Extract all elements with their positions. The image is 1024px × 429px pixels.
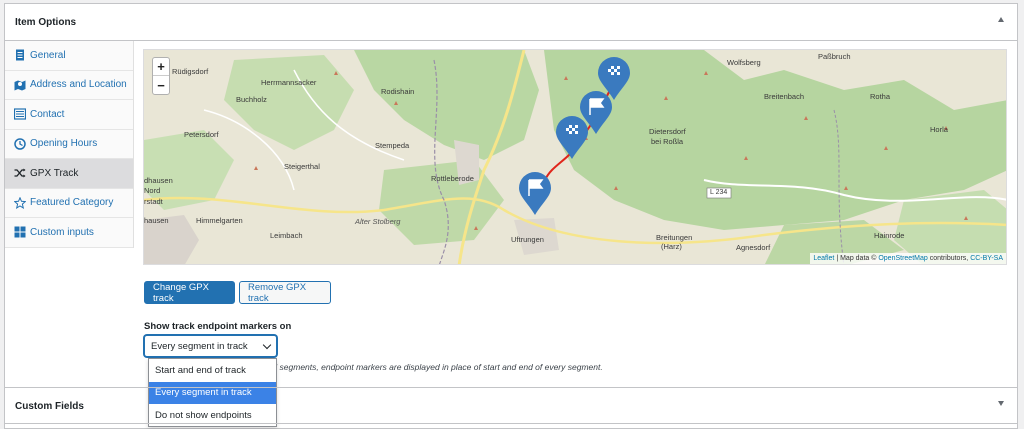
license-link[interactable]: CC-BY-SA — [970, 255, 1003, 262]
endpoint-markers-select[interactable]: Every segment in track — [144, 335, 277, 357]
place-label: (Harz) — [661, 242, 682, 251]
document-icon — [14, 49, 26, 61]
item-options-box: Item Options General Address and Locatio… — [4, 3, 1018, 429]
collapse-arrow-icon[interactable] — [998, 17, 1004, 22]
tab-label: Featured Category — [30, 197, 114, 209]
change-gpx-button[interactable]: Change GPX track — [144, 281, 235, 304]
grid-icon — [14, 226, 26, 238]
place-label: Paßbruch — [818, 52, 851, 61]
place-label: Agnesdorf — [736, 243, 771, 252]
place-label: Breitungen — [656, 233, 693, 242]
clock-icon — [14, 138, 26, 150]
tab-label: General — [30, 49, 66, 61]
place-label: Rodishain — [381, 87, 415, 96]
zoom-out-button[interactable]: − — [153, 76, 169, 94]
shuffle-icon — [14, 167, 26, 179]
tab-custom-inputs[interactable]: Custom inputs — [5, 218, 133, 248]
place-label: dhausen — [144, 176, 173, 185]
expand-arrow-icon[interactable] — [998, 401, 1004, 406]
place-label: Petersdorf — [184, 130, 219, 139]
tab-label: Custom inputs — [30, 226, 94, 238]
place-label: Leimbach — [270, 231, 303, 240]
tab-label: Address and Location — [30, 79, 127, 91]
map-attribution: Leaflet | Map data © OpenStreetMap contr… — [810, 253, 1006, 264]
tab-label: GPX Track — [30, 167, 79, 179]
attribution-text: | Map data © — [834, 255, 879, 262]
options-tabs: General Address and Location Contact Ope… — [5, 41, 134, 248]
endpoint-markers-label: Show track endpoint markers on — [144, 321, 292, 332]
place-label: hausen — [144, 216, 169, 225]
place-label: Horla — [930, 125, 948, 134]
place-label: rstadt — [144, 197, 163, 206]
tab-general[interactable]: General — [5, 41, 133, 71]
option-start-end[interactable]: Start and end of track — [149, 359, 276, 382]
zoom-in-button[interactable]: + — [153, 58, 169, 76]
place-label: Uftrungen — [511, 235, 544, 244]
remove-gpx-button[interactable]: Remove GPX track — [239, 281, 331, 304]
attribution-text: contributors, — [927, 255, 971, 262]
tab-address-location[interactable]: Address and Location — [5, 70, 133, 100]
tab-opening-hours[interactable]: Opening Hours — [5, 129, 133, 159]
place-label: Rüdigsdorf — [172, 67, 209, 76]
item-options-title: Item Options — [15, 17, 77, 28]
place-label: Breitenbach — [764, 92, 805, 101]
star-icon — [14, 196, 26, 209]
place-label: Dietersdorf — [649, 127, 686, 136]
gpx-map[interactable]: Paßbruch Wolfsberg Rüdigsdorf Herrmannsa… — [143, 49, 1007, 265]
osm-link[interactable]: OpenStreetMap — [878, 255, 927, 262]
tab-contact[interactable]: Contact — [5, 100, 133, 130]
place-label: Alter Stolberg — [355, 217, 401, 226]
place-label: Wolfsberg — [727, 58, 761, 67]
tab-label: Opening Hours — [30, 138, 98, 150]
place-label: Rottleberode — [431, 174, 474, 183]
custom-fields-title: Custom Fields — [15, 401, 84, 412]
place-label: Nord — [144, 186, 161, 195]
map-icon — [14, 79, 26, 91]
list-icon — [14, 108, 26, 120]
place-label: Buchholz — [236, 95, 267, 104]
chevron-down-icon — [262, 340, 272, 350]
place-label: Rotha — [870, 92, 891, 101]
place-label: Steigerthal — [284, 162, 320, 171]
place-label: Himmelgarten — [196, 216, 243, 225]
item-options-header[interactable]: Item Options — [5, 4, 1017, 41]
tab-featured-category[interactable]: Featured Category — [5, 188, 133, 218]
custom-fields-header[interactable]: Custom Fields — [5, 387, 1017, 424]
select-value: Every segment in track — [151, 340, 248, 352]
tab-label: Contact — [30, 108, 65, 120]
place-label: Hainrode — [874, 231, 905, 240]
endpoint-description: eral segments, endpoint markers are disp… — [263, 362, 603, 372]
place-label: bei Roßla — [651, 137, 684, 146]
place-label: Stempeda — [375, 141, 410, 150]
tab-gpx-track[interactable]: GPX Track — [5, 159, 133, 189]
zoom-control: + − — [152, 57, 170, 95]
leaflet-link[interactable]: Leaflet — [813, 255, 834, 262]
road-label: L 234 — [710, 189, 728, 196]
place-label: Herrmannsacker — [261, 78, 317, 87]
